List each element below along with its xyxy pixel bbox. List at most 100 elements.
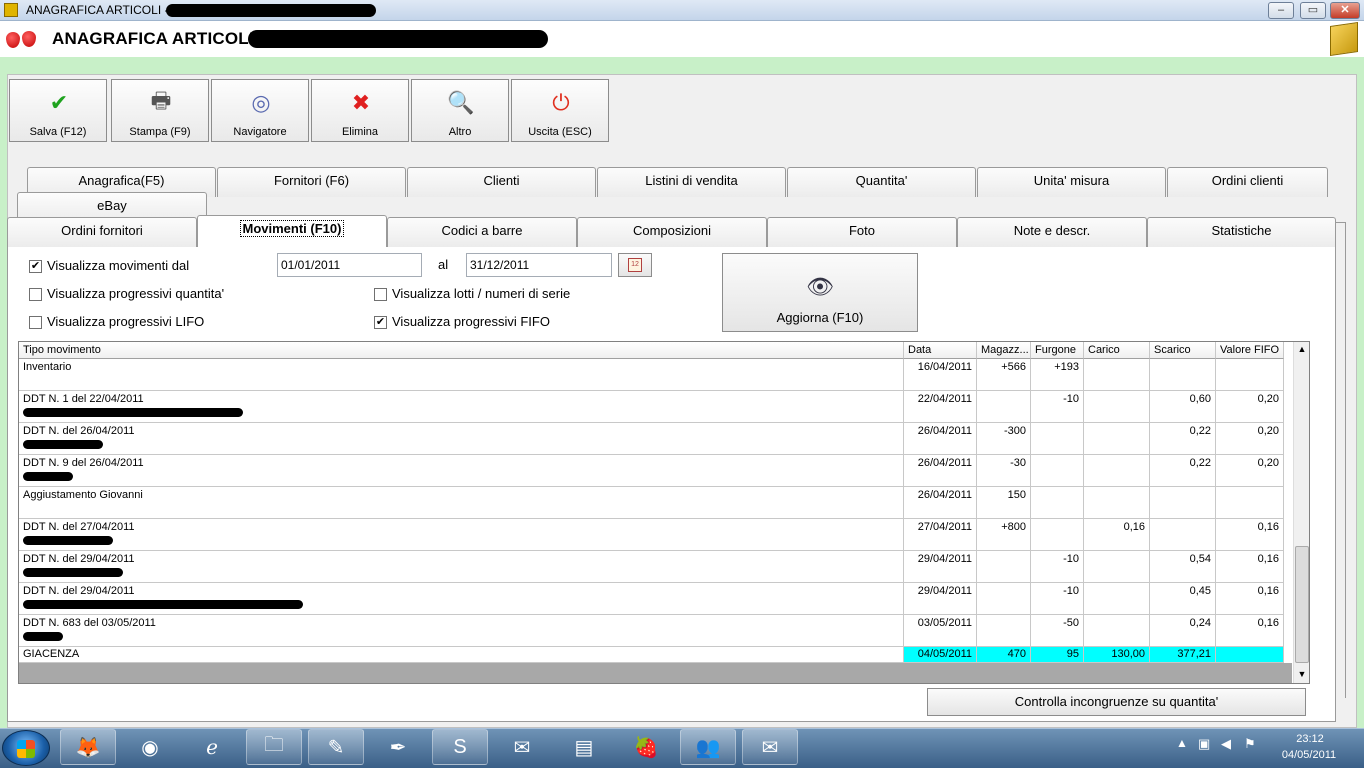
table-row[interactable]: Inventario 16/04/2011 +566 +193 (19, 359, 1284, 391)
sunday-taskbar-button[interactable]: S (432, 729, 488, 765)
cell-scarico (1150, 359, 1216, 391)
tab-listini-di-vendita[interactable]: Listini di vendita (597, 167, 786, 197)
tab-quantita[interactable]: Quantita' (787, 167, 976, 197)
firefox-taskbar-button[interactable]: 🦊 (60, 729, 116, 765)
users-taskbar-button[interactable]: 👥 (680, 729, 736, 765)
refresh-button[interactable]: 👁 Aggiorna (F10) (722, 253, 918, 332)
table-row[interactable]: DDT N. 1 del 22/04/2011 22/04/2011 -10 0,60… (19, 391, 1284, 423)
scroll-down-icon[interactable]: ▼ (1295, 667, 1309, 682)
column-header[interactable]: Data (904, 342, 977, 359)
cell-carico: 0,16 (1084, 519, 1150, 551)
scroll-up-icon[interactable]: ▲ (1295, 342, 1309, 357)
compass-button[interactable]: ◎ Navigatore (211, 79, 309, 142)
toolbar-label: Stampa (F9) (129, 126, 191, 138)
close-button[interactable]: ✕ (1330, 2, 1360, 19)
column-header[interactable]: Magazz... (977, 342, 1031, 359)
pen-taskbar-button[interactable]: ✒ (370, 729, 426, 765)
strawberry-icon (6, 32, 20, 48)
total-data: 04/05/2011 (904, 647, 977, 663)
table-row[interactable]: DDT N. 9 del 26/04/2011 26/04/2011 -30 0,22… (19, 455, 1284, 487)
cell-mag: +566 (977, 359, 1031, 391)
check-quantity-button[interactable]: Controlla incongruenze su quantita' (927, 688, 1306, 716)
tray-arrow-icon[interactable]: ▲ (1176, 736, 1188, 750)
tab-note-e-descr[interactable]: Note e descr. (957, 217, 1147, 247)
cell-furg (1031, 455, 1084, 487)
tab-clienti[interactable]: Clienti (407, 167, 596, 197)
maximize-button[interactable]: ▭ (1300, 2, 1326, 19)
table-row[interactable]: Aggiustamento Giovanni 26/04/2011 150 (19, 487, 1284, 519)
scroll-thumb[interactable] (1295, 546, 1309, 663)
search-doc-button[interactable]: 🔍 Altro (411, 79, 509, 142)
redaction (23, 472, 73, 481)
toolbar-label: Altro (448, 126, 472, 138)
tab-ordini-fornitori[interactable]: Ordini fornitori (7, 217, 197, 247)
tab-foto[interactable]: Foto (767, 217, 957, 247)
to-date-field[interactable]: 31/12/2011 (466, 253, 612, 277)
tab-statistiche[interactable]: Statistiche (1147, 217, 1336, 247)
minimize-button[interactable]: – (1268, 2, 1294, 19)
cell-fifo: 0,16 (1216, 583, 1284, 615)
explorer-folder-taskbar-button[interactable]: 🗀 (246, 729, 302, 765)
notepad-icon: ▤ (574, 736, 594, 759)
explorer-folder-icon: 🗀 (264, 734, 284, 756)
table-row[interactable]: DDT N. 683 del 03/05/2011 03/05/2011 -50 0,… (19, 615, 1284, 647)
chrome-taskbar-button[interactable]: ◉ (122, 729, 178, 765)
prog-lifo-checkbox[interactable] (29, 316, 42, 329)
cell-carico (1084, 487, 1150, 519)
total-tipo: GIACENZA (19, 647, 904, 663)
tab-codici-a-barre[interactable]: Codici a barre (387, 217, 577, 247)
column-header[interactable]: Scarico (1150, 342, 1216, 359)
window-taskbar-button[interactable]: ✉ (494, 729, 550, 765)
cell-scarico: 0,22 (1150, 455, 1216, 487)
prog-fifo-checkbox[interactable]: ✔ (374, 316, 387, 329)
ie-taskbar-button[interactable]: ℯ (184, 729, 240, 765)
mail-taskbar-button[interactable]: ✉ (742, 729, 798, 765)
tab-composizioni[interactable]: Composizioni (577, 217, 767, 247)
cell-tipo: DDT N. del 29/04/2011 (19, 583, 904, 615)
show-from-checkbox[interactable]: ✔ (29, 260, 42, 273)
prog-qty-checkbox[interactable] (29, 288, 42, 301)
table-row[interactable]: DDT N. del 29/04/2011 29/04/2011 -10 0,45 0,… (19, 583, 1284, 615)
power-button[interactable]: ⏻ Uscita (ESC) (511, 79, 609, 142)
page-title: ANAGRAFICA ARTICOLI - (52, 29, 265, 48)
window-titlebar[interactable]: ANAGRAFICA ARTICOLI - – ▭ ✕ (0, 0, 1364, 21)
lots-checkbox[interactable] (374, 288, 387, 301)
notepad-taskbar-button[interactable]: ▤ (556, 729, 612, 765)
table-row[interactable]: DDT N. del 26/04/2011 26/04/2011 -300 0,22 0… (19, 423, 1284, 455)
from-date-field[interactable]: 01/01/2011 (277, 253, 422, 277)
flag-icon[interactable]: ⚑ (1244, 736, 1256, 752)
vertical-scrollbar[interactable]: ▲ ▼ (1293, 342, 1309, 683)
column-header[interactable]: Tipo movimento (19, 342, 904, 359)
cell-furg: -10 (1031, 583, 1084, 615)
column-header[interactable]: Carico (1084, 342, 1150, 359)
delete-x-button[interactable]: ✖ Elimina (311, 79, 409, 142)
cell-fifo (1216, 359, 1284, 391)
cell-tipo: DDT N. 1 del 22/04/2011 (19, 391, 904, 423)
column-header[interactable]: Furgone (1031, 342, 1084, 359)
tab-ordini-clienti[interactable]: Ordini clienti (1167, 167, 1328, 197)
table-row[interactable]: DDT N. del 27/04/2011 27/04/2011 +800 0,16 0… (19, 519, 1284, 551)
table-row[interactable]: DDT N. del 29/04/2011 29/04/2011 -10 0,54 0,… (19, 551, 1284, 583)
total-row[interactable]: GIACENZA 04/05/2011 470 95 130,00 377,21 (19, 647, 1284, 663)
tab-fornitori-f6[interactable]: Fornitori (F6) (217, 167, 406, 197)
clock-time[interactable]: 23:12 (1280, 733, 1340, 745)
strawberry-app-taskbar-button[interactable]: 🍓 (618, 729, 674, 765)
calendar-button[interactable]: 12 (618, 253, 652, 277)
show-from-label: Visualizza movimenti dal (47, 258, 190, 273)
grid-empty-area (19, 663, 1292, 683)
tab-unita-misura[interactable]: Unita' misura (977, 167, 1166, 197)
start-button[interactable] (2, 730, 50, 766)
movements-grid[interactable]: Tipo movimento Data Magazz... Furgone Carico… (18, 341, 1310, 684)
tab-movimenti-f10[interactable]: Movimenti (F10) (197, 215, 387, 247)
volume-icon[interactable]: ◀ (1221, 736, 1231, 752)
cell-mag: +800 (977, 519, 1031, 551)
cell-data: 26/04/2011 (904, 487, 977, 519)
column-header[interactable]: Valore FIFO (1216, 342, 1284, 359)
check-button[interactable]: ✔ Salva (F12) (9, 79, 107, 142)
printer-button[interactable]: 🖶 Stampa (F9) (111, 79, 209, 142)
app-icon (4, 3, 18, 17)
network-icon[interactable]: ▣ (1198, 736, 1210, 752)
cell-carico (1084, 551, 1150, 583)
clock-date[interactable]: 04/05/2011 (1274, 749, 1344, 761)
document-taskbar-button[interactable]: ✎ (308, 729, 364, 765)
